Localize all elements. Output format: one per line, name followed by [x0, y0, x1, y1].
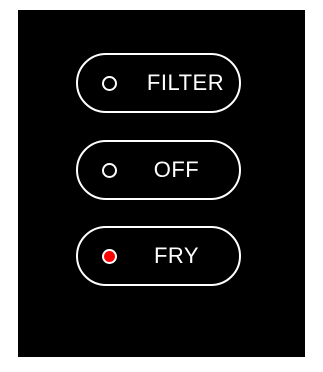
filter-indicator-icon — [102, 76, 117, 91]
fry-button-label: FRY — [153, 243, 200, 268]
fry-indicator-icon — [102, 249, 117, 264]
control-panel: FILTER OFF FRY — [18, 10, 305, 357]
off-indicator-icon — [102, 163, 117, 178]
fry-button[interactable]: FRY — [76, 226, 241, 286]
filter-button-label: FILTER — [146, 70, 225, 95]
off-button[interactable]: OFF — [76, 140, 241, 200]
filter-button[interactable]: FILTER — [76, 53, 241, 113]
off-button-label: OFF — [153, 157, 200, 182]
